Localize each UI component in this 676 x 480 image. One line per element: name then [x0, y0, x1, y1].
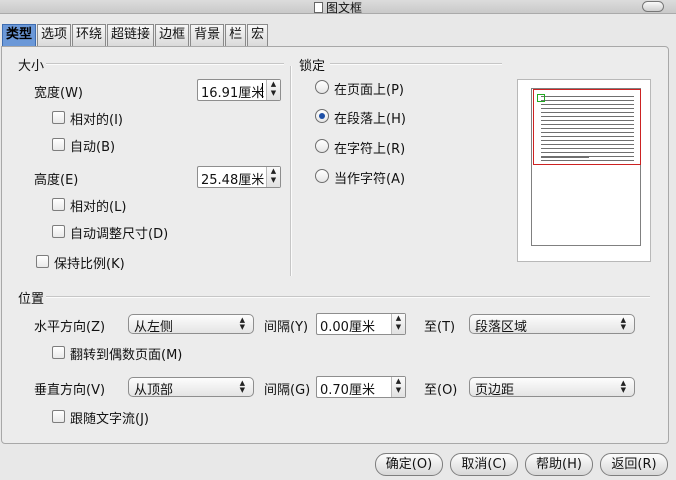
- tab-macro[interactable]: 宏: [247, 24, 269, 46]
- mirror-label: 翻转到偶数页面(M): [70, 348, 183, 363]
- position-section-title: 位置: [18, 292, 45, 307]
- anchor-paragraph-label: 在段落上(H): [334, 112, 406, 127]
- width-relative-label: 相对的(I): [70, 113, 123, 128]
- size-section-title: 大小: [18, 59, 45, 74]
- preview-text-lines: [541, 96, 634, 162]
- height-autofit-label: 自动调整尺寸(D): [70, 227, 169, 242]
- title-bar: 图文框: [0, 0, 676, 16]
- keep-ratio-label: 保持比例(K): [54, 257, 125, 272]
- horizontal-label: 水平方向(Z): [34, 320, 106, 335]
- help-button[interactable]: 帮助(H): [525, 453, 593, 476]
- tab-bar: 类型 选项 环绕 超链接 边框 背景 栏 宏: [2, 24, 269, 46]
- width-spinbox[interactable]: 16.91厘米 ▲ ▼: [197, 79, 281, 101]
- height-spinbox[interactable]: 25.48厘米 ▲ ▼: [197, 166, 281, 188]
- size-divider: [46, 63, 284, 65]
- width-relative-checkbox[interactable]: [52, 111, 65, 124]
- height-relative-checkbox[interactable]: [52, 198, 65, 211]
- window-title-text: 图文框: [325, 1, 362, 15]
- tab-background[interactable]: 背景: [190, 24, 225, 46]
- vertical-dropdown-icon: ▲ ▼: [239, 379, 245, 394]
- v-by-value[interactable]: 0.70厘米: [320, 379, 375, 398]
- text-cursor: [262, 83, 263, 98]
- height-label: 高度(E): [34, 173, 79, 188]
- width-spin-arrows[interactable]: ▲ ▼: [266, 80, 280, 100]
- anchor-divider: [330, 63, 502, 65]
- tab-borders[interactable]: 边框: [155, 24, 190, 46]
- v-by-label: 间隔(G): [264, 383, 311, 398]
- tab-hyperlink[interactable]: 超链接: [107, 24, 155, 46]
- v-to-label: 至(O): [424, 383, 458, 398]
- v-by-spinbox[interactable]: 0.70厘米 ▲ ▼: [316, 376, 406, 398]
- anchor-page-label: 在页面上(P): [334, 83, 404, 98]
- follow-flow-label: 跟随文字流(J): [70, 412, 149, 427]
- anchor-section-title: 锁定: [299, 59, 326, 74]
- document-icon: [313, 2, 323, 13]
- width-value[interactable]: 16.91厘米: [201, 82, 264, 101]
- keep-ratio-checkbox[interactable]: [36, 255, 49, 268]
- height-value[interactable]: 25.48厘米: [201, 169, 264, 188]
- height-autofit-checkbox[interactable]: [52, 225, 65, 238]
- anchor-as-character-radio[interactable]: [315, 169, 329, 183]
- preview-anchor-marker: [537, 94, 545, 102]
- h-to-combo[interactable]: 段落区域 ▲ ▼: [469, 314, 635, 335]
- width-auto-checkbox[interactable]: [52, 138, 65, 151]
- v-by-spin-arrows[interactable]: ▲ ▼: [391, 377, 405, 397]
- anchor-character-radio[interactable]: [315, 139, 329, 153]
- ok-button[interactable]: 确定(O): [375, 453, 443, 476]
- anchor-page-radio[interactable]: [315, 80, 329, 94]
- tab-wrap[interactable]: 环绕: [72, 24, 107, 46]
- preview-frame-outline: [533, 89, 641, 165]
- horizontal-dropdown-icon: ▲ ▼: [239, 316, 245, 331]
- width-auto-label: 自动(B): [70, 140, 116, 155]
- tab-columns[interactable]: 栏: [225, 24, 247, 46]
- h-to-value: 段落区域: [475, 320, 528, 335]
- h-by-label: 间隔(Y): [264, 320, 309, 335]
- window-pill-button[interactable]: [642, 1, 664, 12]
- vertical-label: 垂直方向(V): [34, 383, 106, 398]
- height-relative-label: 相对的(L): [70, 200, 127, 215]
- window-title: 图文框: [0, 0, 676, 16]
- follow-flow-checkbox[interactable]: [52, 410, 65, 423]
- h-by-value[interactable]: 0.00厘米: [320, 316, 375, 335]
- anchor-as-character-label: 当作字符(A): [334, 172, 406, 187]
- frame-preview: [517, 79, 651, 262]
- v-to-value: 页边距: [475, 383, 515, 398]
- h-to-dropdown-icon: ▲ ▼: [620, 316, 626, 331]
- width-label: 宽度(W): [34, 86, 83, 101]
- height-spin-arrows[interactable]: ▲ ▼: [266, 167, 280, 187]
- anchor-character-label: 在字符上(R): [334, 142, 406, 157]
- vertical-combo[interactable]: 从顶部 ▲ ▼: [128, 377, 254, 398]
- position-divider: [46, 296, 650, 298]
- v-to-dropdown-icon: ▲ ▼: [620, 379, 626, 394]
- mirror-checkbox[interactable]: [52, 346, 65, 359]
- tab-type[interactable]: 类型: [2, 24, 37, 46]
- anchor-paragraph-radio[interactable]: [315, 109, 329, 123]
- reset-button[interactable]: 返回(R): [600, 453, 668, 476]
- v-to-combo[interactable]: 页边距 ▲ ▼: [469, 377, 635, 398]
- h-to-label: 至(T): [424, 320, 456, 335]
- preview-page: [531, 88, 641, 246]
- cancel-button[interactable]: 取消(C): [450, 453, 518, 476]
- vertical-value: 从顶部: [134, 383, 174, 398]
- horizontal-value: 从左侧: [134, 320, 174, 335]
- preview-last-line: [541, 157, 589, 158]
- tab-options[interactable]: 选项: [37, 24, 72, 46]
- h-by-spin-arrows[interactable]: ▲ ▼: [391, 314, 405, 334]
- h-by-spinbox[interactable]: 0.00厘米 ▲ ▼: [316, 313, 406, 335]
- horizontal-combo[interactable]: 从左侧 ▲ ▼: [128, 314, 254, 335]
- section-separator: [290, 66, 292, 276]
